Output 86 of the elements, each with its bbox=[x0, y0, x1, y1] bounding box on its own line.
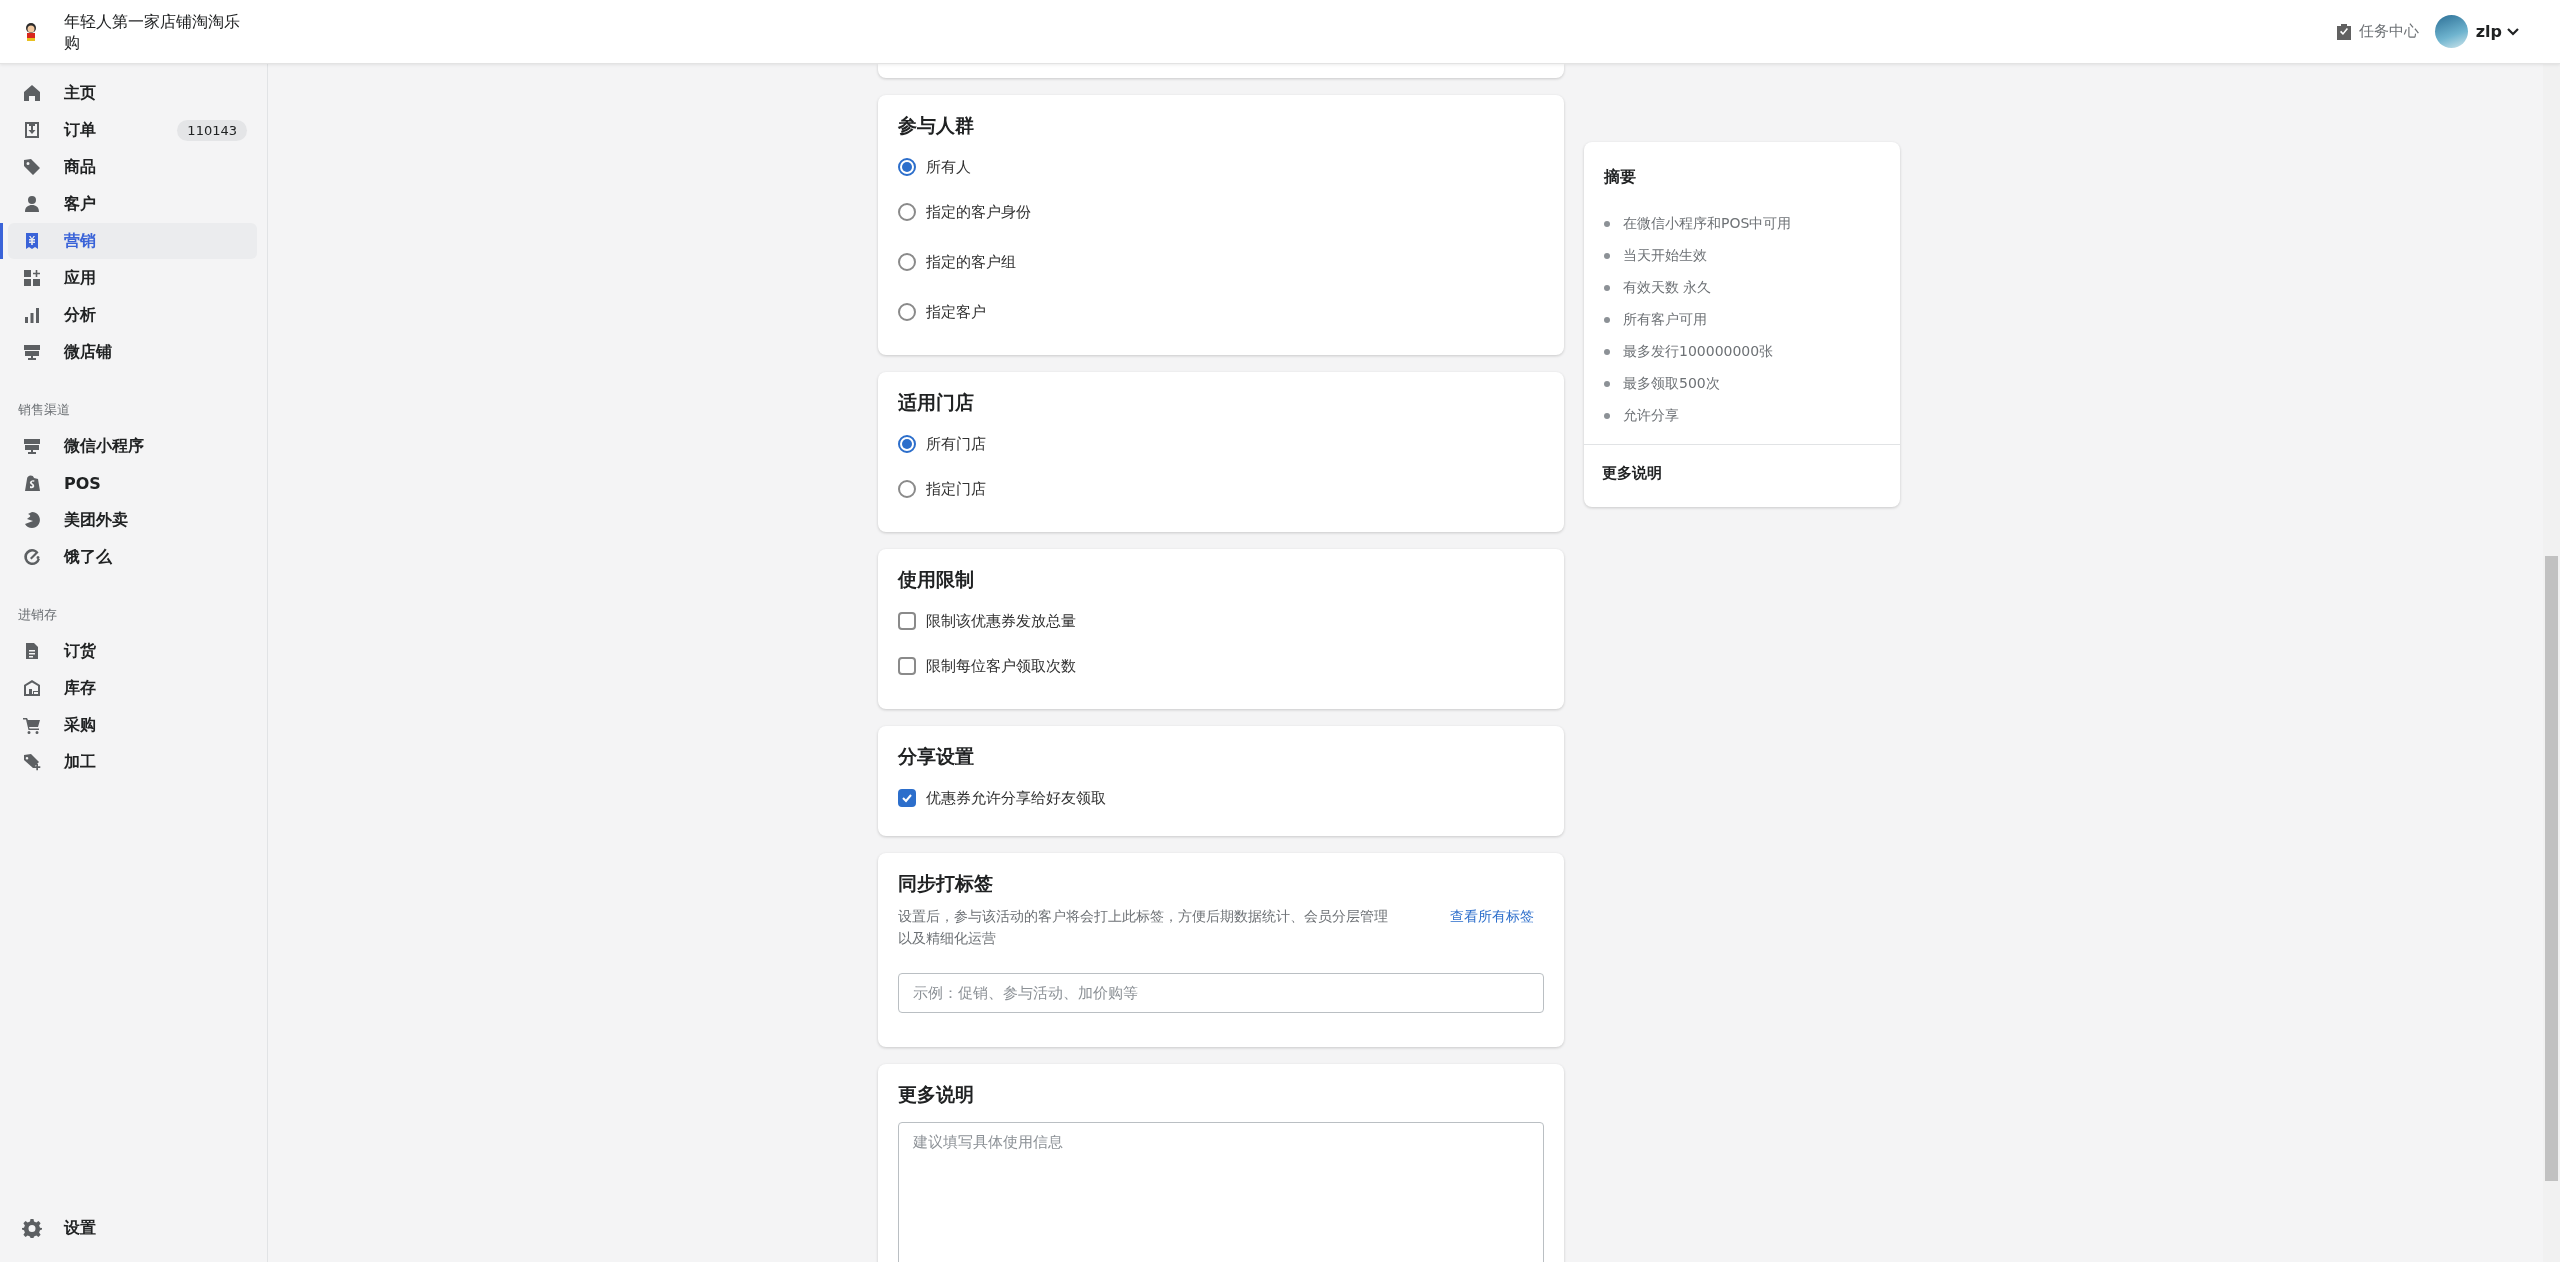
checkmark-icon bbox=[901, 792, 913, 804]
nav-item[interactable]: 订单 110143 bbox=[8, 112, 257, 148]
nav-item[interactable]: 客户 bbox=[8, 186, 257, 222]
bullet-icon bbox=[1604, 349, 1610, 355]
clipboard-check-icon bbox=[2334, 22, 2353, 41]
bullet-icon bbox=[1604, 285, 1610, 291]
summary-item: 当天开始生效 bbox=[1623, 247, 1707, 265]
option-label: 限制每位客户领取次数 bbox=[926, 656, 1076, 676]
nav-item[interactable]: 微店铺 bbox=[8, 334, 257, 370]
download-tray-icon bbox=[22, 120, 42, 140]
summary-item: 在微信小程序和POS中可用 bbox=[1623, 215, 1792, 233]
tag-plus-icon bbox=[22, 752, 42, 772]
nav-item[interactable]: 采购 bbox=[8, 707, 257, 743]
person-icon bbox=[22, 194, 42, 214]
nav-item[interactable]: 商品 bbox=[8, 149, 257, 185]
apps-icon bbox=[22, 268, 42, 288]
description-text: 设置后，参与该活动的客户将会打上此标签，方便后期数据统计、会员分层管理以及精细化运营 bbox=[898, 907, 1388, 948]
view-all-tags-link[interactable]: 查看所有标签 bbox=[1450, 905, 1534, 949]
tag-input-field[interactable]: 示例：促销、参与活动、加价购等 bbox=[898, 973, 1544, 1013]
option-label: 所有门店 bbox=[926, 434, 986, 454]
nav-item[interactable]: 分析 bbox=[8, 297, 257, 333]
section-title: 销售渠道 bbox=[17, 401, 70, 419]
summary-item: 允许分享 bbox=[1623, 407, 1679, 425]
count-badge: 110143 bbox=[177, 119, 247, 141]
option-label: 优惠券允许分享给好友领取 bbox=[926, 788, 1106, 808]
nav-item[interactable]: 应用 bbox=[8, 260, 257, 296]
option-label: 所有人 bbox=[926, 157, 971, 177]
checkbox[interactable] bbox=[898, 657, 916, 675]
option-label: 指定的客户组 bbox=[926, 252, 1016, 272]
radio-button[interactable] bbox=[898, 158, 916, 176]
avatar-photo-placeholder[interactable] bbox=[2434, 15, 2468, 48]
home-icon bbox=[22, 83, 42, 103]
radio-button[interactable] bbox=[898, 203, 916, 221]
cart-icon bbox=[22, 715, 42, 735]
store-name: 年轻人第一家店铺淘淘乐购 bbox=[64, 10, 241, 53]
option-label: 指定门店 bbox=[926, 479, 986, 499]
bullet-icon bbox=[1604, 413, 1610, 419]
summary-item: 最多发行100000000张 bbox=[1623, 343, 1774, 361]
option-label: 指定的客户身份 bbox=[926, 202, 1031, 222]
summary-item: 最多领取500次 bbox=[1623, 375, 1720, 393]
tag-icon bbox=[22, 157, 42, 177]
nav-item[interactable]: 美团外卖 bbox=[8, 502, 257, 538]
scrollbar-thumb[interactable] bbox=[2545, 556, 2558, 1181]
radio-button[interactable] bbox=[898, 303, 916, 321]
option-label: 限制该优惠券发放总量 bbox=[926, 611, 1076, 631]
bar-chart-icon bbox=[22, 305, 42, 325]
scrollbar[interactable] bbox=[2543, 64, 2560, 1262]
summary-item: 有效天数 永久 bbox=[1623, 279, 1712, 297]
user-menu-button[interactable]: zlp bbox=[2475, 22, 2520, 41]
nav-item[interactable]: 加工 bbox=[8, 744, 257, 780]
summary-title: 摘要 bbox=[1602, 166, 1637, 188]
nav-item[interactable]: POS bbox=[8, 465, 257, 501]
card-title: 同步打标签 bbox=[898, 871, 993, 896]
radio-button[interactable] bbox=[898, 480, 916, 498]
radio-button[interactable] bbox=[898, 435, 916, 453]
warehouse-icon bbox=[22, 678, 42, 698]
nav-item[interactable]: 库存 bbox=[8, 670, 257, 706]
summary-footer-title: 更多说明 bbox=[1602, 464, 1662, 482]
option-label: 指定客户 bbox=[926, 302, 986, 322]
bullet-icon bbox=[1604, 381, 1610, 387]
shopping-bag-icon bbox=[22, 473, 42, 493]
bullet-icon bbox=[1604, 253, 1610, 259]
settings-nav-item[interactable]: 设置 bbox=[8, 1210, 257, 1246]
card-title: 适用门店 bbox=[898, 390, 974, 415]
card-title: 更多说明 bbox=[898, 1082, 974, 1107]
settings-icon bbox=[22, 1218, 42, 1238]
nav-item[interactable]: 饿了么 bbox=[8, 539, 257, 575]
nav-item[interactable]: 主页 bbox=[8, 75, 257, 111]
bullet-icon bbox=[1604, 221, 1610, 227]
card-title: 分享设置 bbox=[898, 744, 974, 769]
summary-item: 所有客户可用 bbox=[1623, 311, 1707, 329]
task-center-button[interactable]: 任务中心 bbox=[2334, 22, 2419, 41]
card-title: 使用限制 bbox=[898, 567, 974, 592]
storefront-monitor-icon bbox=[22, 436, 42, 456]
swirl-logo-icon bbox=[22, 510, 42, 530]
storefront-monitor-icon bbox=[22, 342, 42, 362]
section-title: 进销存 bbox=[17, 606, 57, 624]
nav-item[interactable]: 微信小程序 bbox=[8, 428, 257, 464]
checkbox[interactable] bbox=[898, 612, 916, 630]
radio-button[interactable] bbox=[898, 253, 916, 271]
bullet-icon bbox=[1604, 317, 1610, 323]
checkbox[interactable] bbox=[898, 789, 916, 807]
notes-text-area[interactable]: 建议填写具体使用信息 bbox=[898, 1122, 1544, 1262]
e-logo-icon bbox=[22, 547, 42, 567]
nav-item[interactable]: 订货 bbox=[8, 633, 257, 669]
card-title: 参与人群 bbox=[898, 113, 974, 138]
